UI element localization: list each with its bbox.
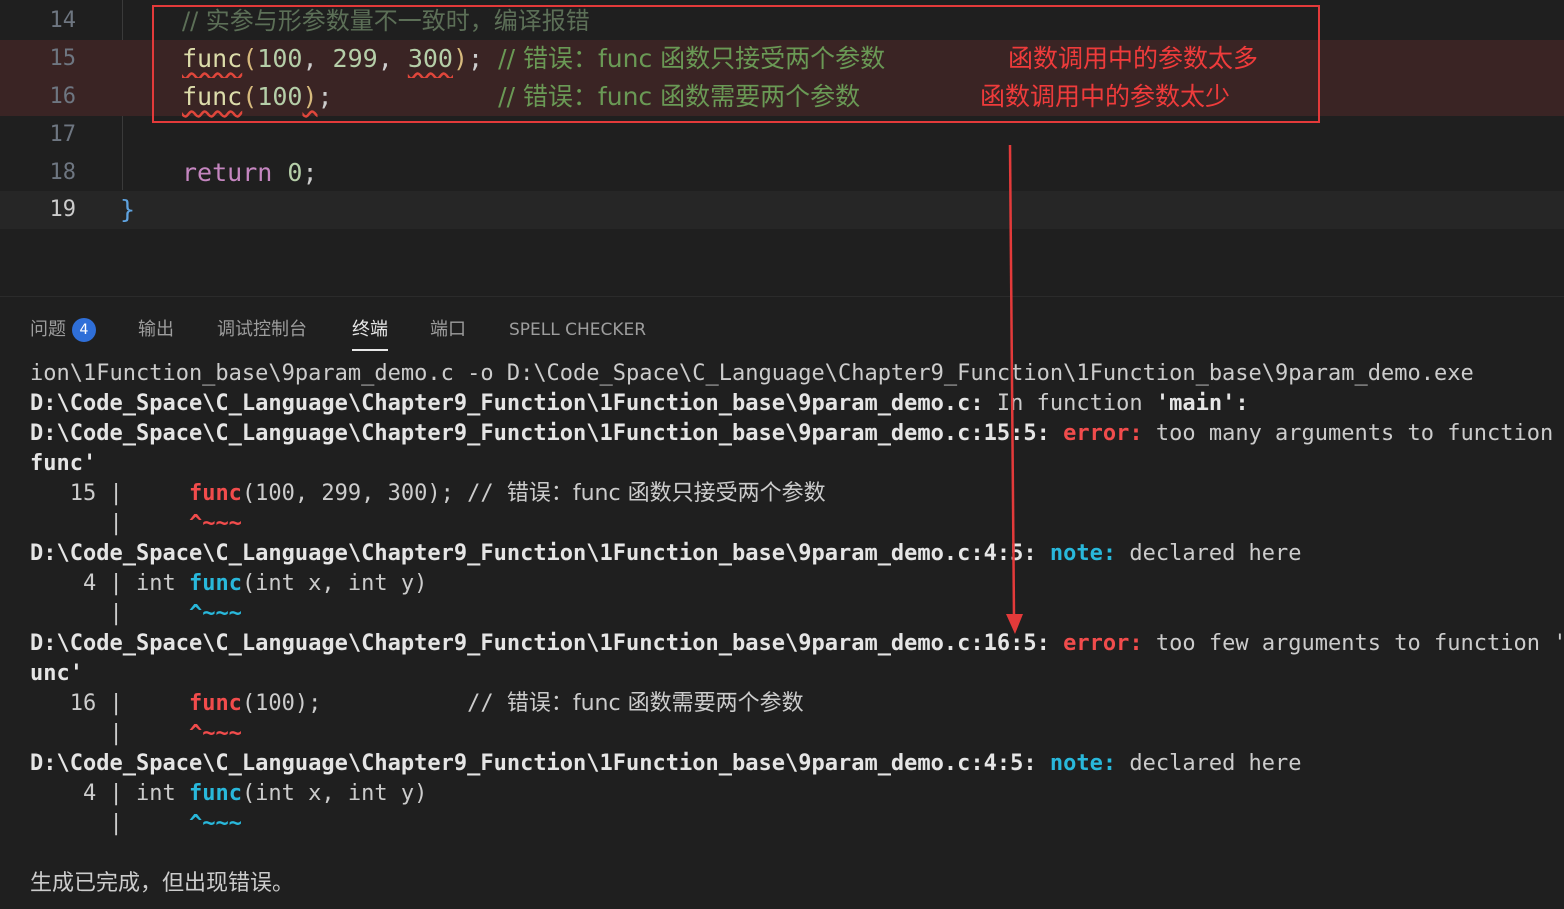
annotation-arrow (1006, 144, 1023, 634)
